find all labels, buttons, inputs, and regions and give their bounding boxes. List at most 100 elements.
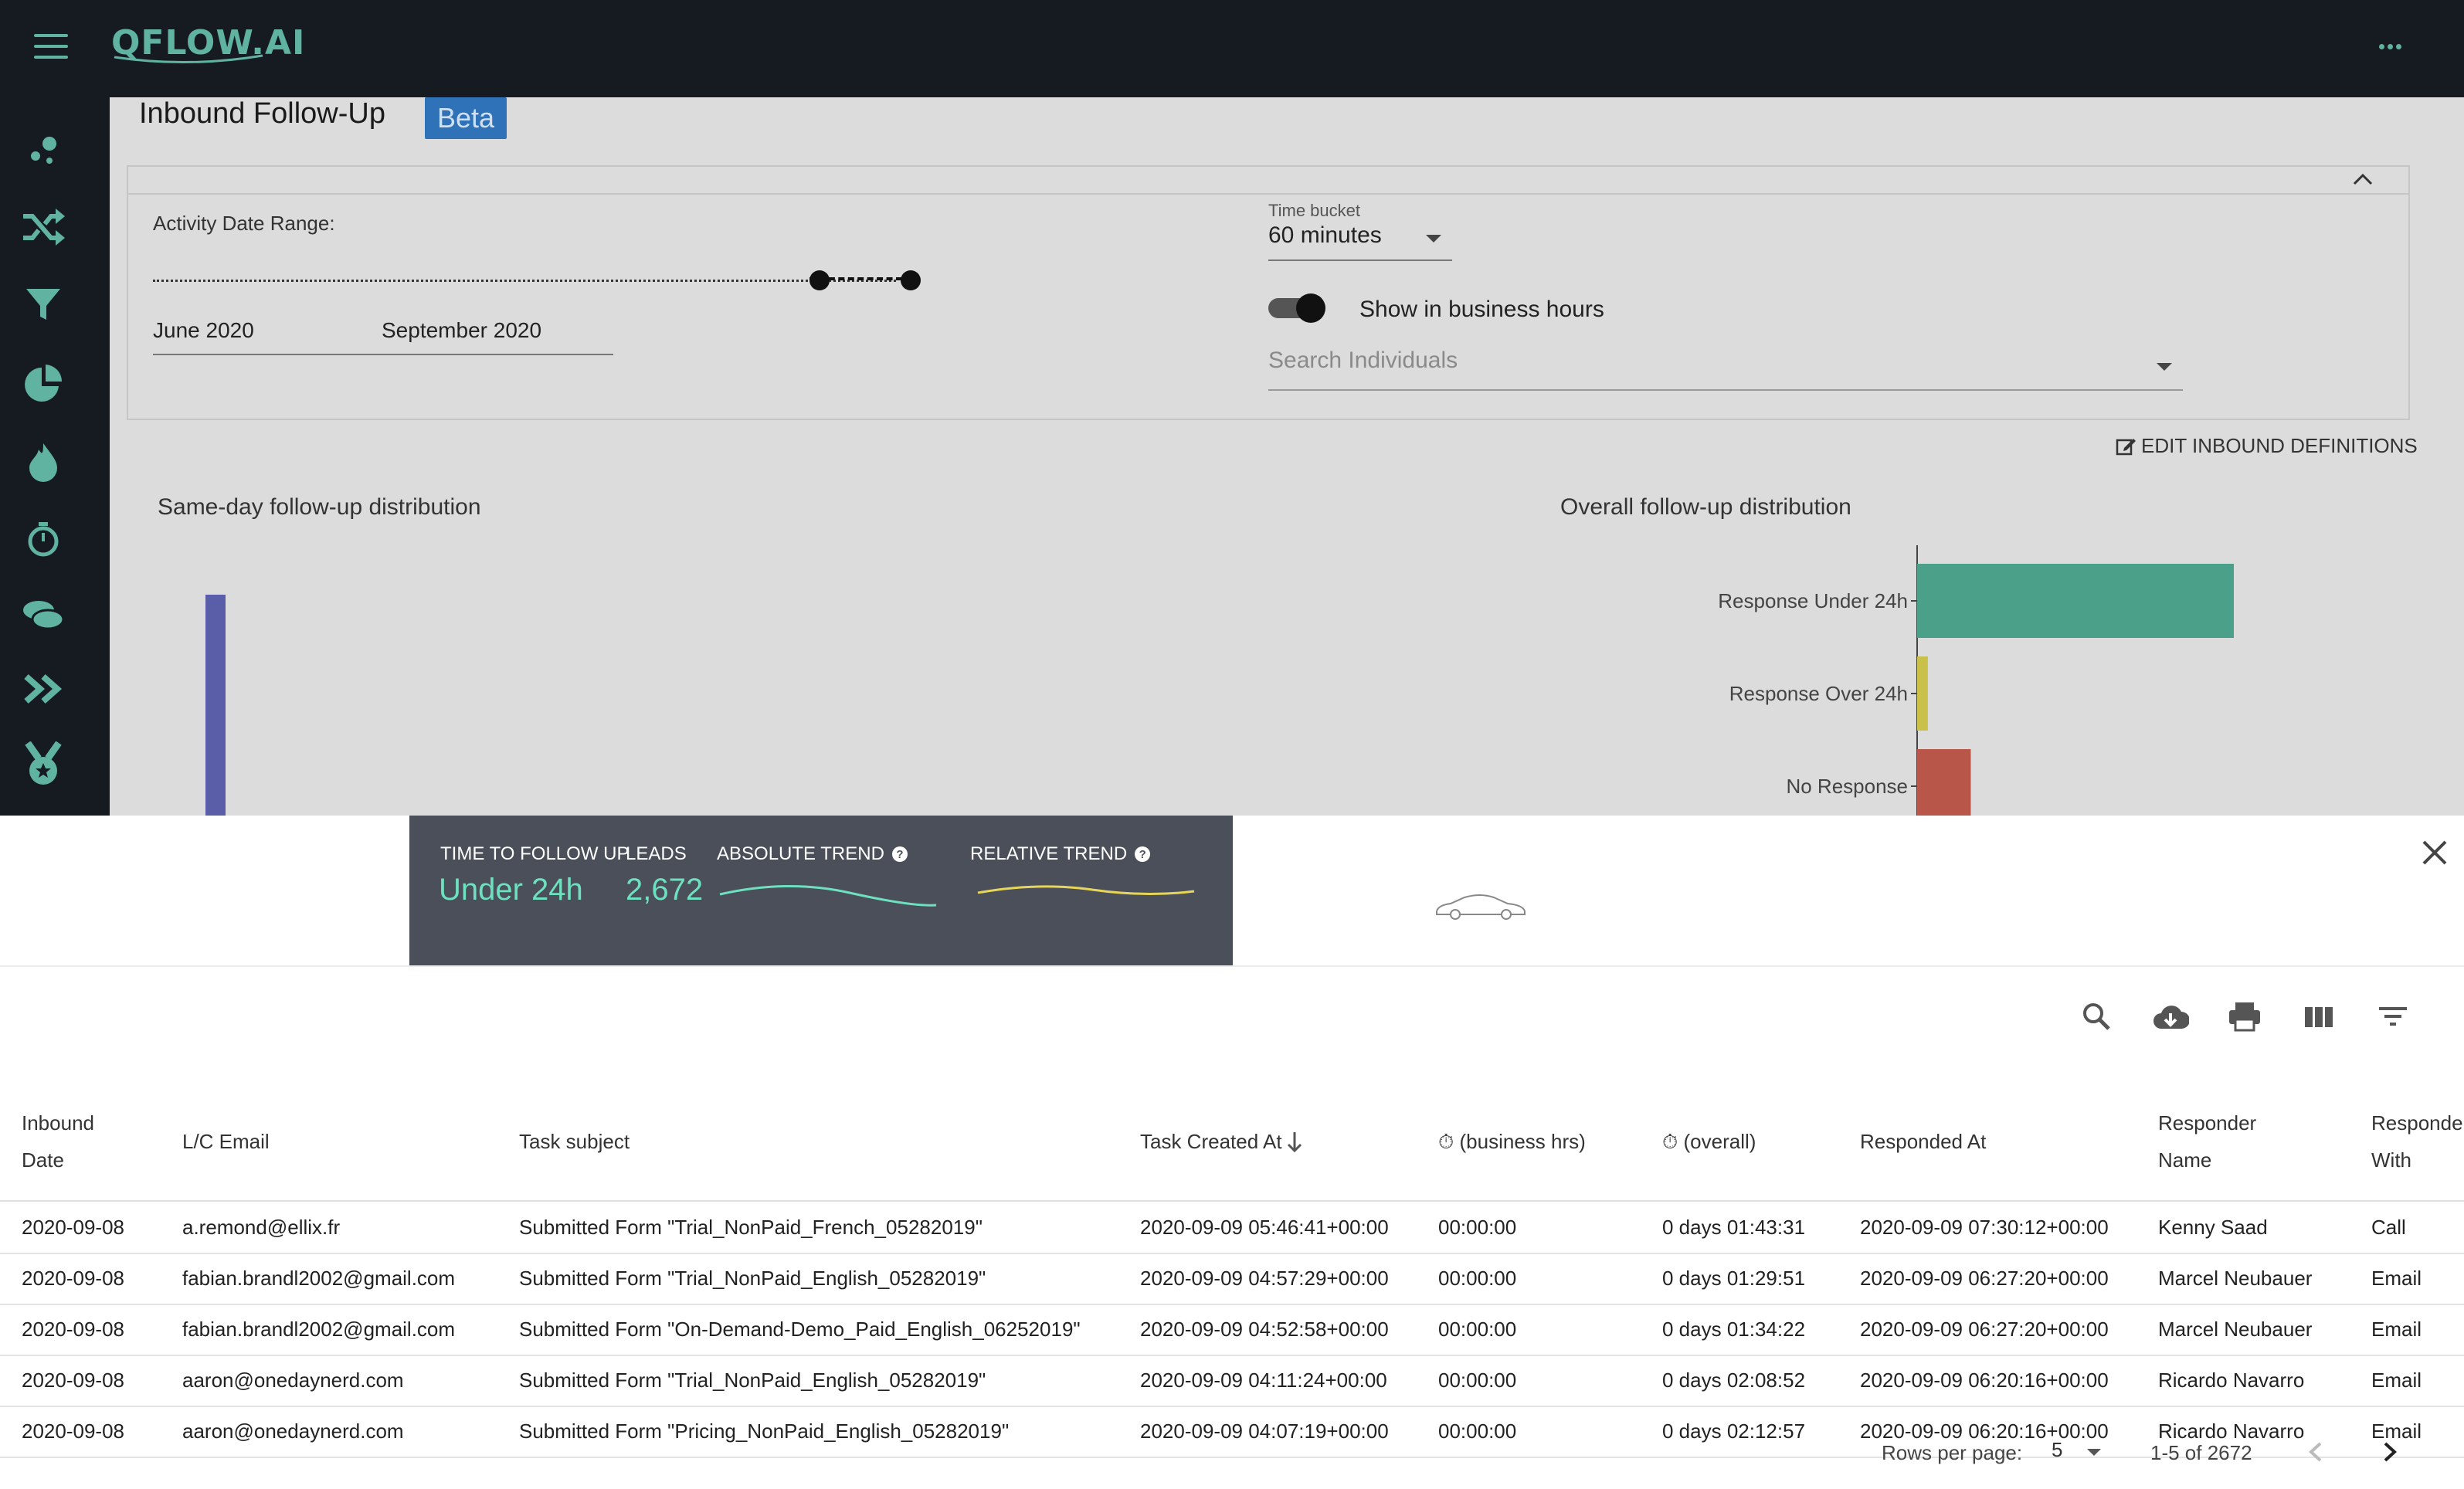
cell-responder-name: Kenny Saad xyxy=(2158,1216,2268,1239)
cell-overall: 0 days 02:12:57 xyxy=(1662,1419,1806,1443)
column-overall[interactable]: ⏱ (overall) xyxy=(1662,1123,1756,1160)
rows-per-page-label: Rows per page: xyxy=(1882,1441,2023,1464)
bar-response-over-24h[interactable] xyxy=(1917,656,1928,731)
rows-per-page-value: 5 xyxy=(2052,1438,2063,1461)
bar-response-under-24h[interactable] xyxy=(1917,564,2234,638)
help-icon[interactable]: ? xyxy=(1135,846,1151,862)
timer-icon: ⏱ xyxy=(1662,1130,1678,1153)
search-individuals-placeholder: Search Individuals xyxy=(1268,348,1458,373)
close-icon[interactable] xyxy=(2421,839,2449,867)
app-logo[interactable]: QFLOW.AI xyxy=(111,23,305,63)
relative-trend-label-text: RELATIVE TREND xyxy=(970,843,1128,864)
slider-start-handle[interactable] xyxy=(809,270,830,290)
cell-responder-name: Marcel Neubauer xyxy=(2158,1267,2313,1290)
cell-inbound-date: 2020-09-08 xyxy=(22,1216,124,1239)
column-task-created-at[interactable]: Task Created At xyxy=(1140,1123,1282,1160)
more-options-icon[interactable] xyxy=(2379,36,2413,59)
column-lc-email[interactable]: L/C Email xyxy=(182,1123,270,1160)
date-from[interactable]: June 2020 xyxy=(153,318,254,343)
panel-divider xyxy=(0,965,2464,967)
business-hours-toggle[interactable] xyxy=(1268,292,1327,323)
nodes-icon[interactable] xyxy=(19,125,68,175)
dropdown-arrow-icon xyxy=(1426,235,1441,243)
double-chevron-icon[interactable] xyxy=(19,664,68,714)
sidebar xyxy=(0,97,110,816)
cell-inbound-date: 2020-09-08 xyxy=(22,1318,124,1341)
cell-inbound-date: 2020-09-08 xyxy=(22,1267,124,1290)
cell-inbound-date: 2020-09-08 xyxy=(22,1419,124,1443)
timer-icon: ⏱ xyxy=(1438,1130,1454,1153)
kpi-summary: TIME TO FOLLOW UP Under 24h LEADS 2,672 … xyxy=(409,816,1233,965)
detail-panel: TIME TO FOLLOW UP Under 24h LEADS 2,672 … xyxy=(0,816,2464,1489)
leads-label-text: LEADS xyxy=(626,843,687,864)
edit-icon xyxy=(2116,438,2136,455)
time-to-follow-up-value: Under 24h xyxy=(439,873,583,907)
time-bucket-label: Time bucket xyxy=(1268,201,1361,220)
cell-lc-email: a.remond@ellix.fr xyxy=(182,1216,341,1239)
shuffle-icon[interactable] xyxy=(19,202,68,252)
main-content: Inbound Follow-Up Beta Activity Date Ran… xyxy=(110,97,2464,816)
filter-list-icon[interactable] xyxy=(2374,998,2411,1035)
bar-no-response[interactable] xyxy=(1917,749,1971,816)
overall-chart-title: Overall follow-up distribution xyxy=(1560,494,1851,520)
column-inbound-date[interactable]: Inbound Date xyxy=(22,1104,94,1179)
coins-icon[interactable] xyxy=(19,590,68,639)
print-icon[interactable] xyxy=(2226,998,2263,1035)
cell-overall: 0 days 01:43:31 xyxy=(1662,1216,1806,1239)
cell-business-hrs: 00:00:00 xyxy=(1438,1216,1517,1239)
cell-lc-email: fabian.brandl2002@gmail.com xyxy=(182,1318,456,1341)
cell-lc-email: aaron@onedaynerd.com xyxy=(182,1419,404,1443)
help-icon[interactable]: ? xyxy=(891,846,908,862)
search-icon[interactable] xyxy=(2078,998,2115,1035)
view-columns-icon[interactable] xyxy=(2300,998,2337,1035)
edit-inbound-definitions-button[interactable]: EDIT INBOUND DEFINITIONS xyxy=(2115,434,2418,458)
column-responded-with[interactable]: Responde With xyxy=(2371,1104,2463,1179)
time-bucket-select[interactable]: 60 minutes xyxy=(1268,222,1452,261)
date-to[interactable]: September 2020 xyxy=(382,318,541,343)
table-row[interactable]: 2020-09-08 fabian.brandl2002@gmail.com Sub… xyxy=(0,1254,2464,1305)
cell-task-subject: Submitted Form "On-Demand-Demo_Paid_Engl… xyxy=(519,1318,1081,1341)
cell-task-created-at: 2020-09-09 04:57:29+00:00 xyxy=(1140,1267,1389,1290)
overall-distribution-chart: Response Under 24h Response Over 24h No Re… xyxy=(1718,545,2234,816)
flame-icon[interactable] xyxy=(19,437,68,487)
stopwatch-icon[interactable] xyxy=(19,514,68,564)
relative-trend-sparkline xyxy=(977,885,1195,896)
next-page-icon[interactable] xyxy=(2373,1435,2407,1469)
cell-task-subject: Submitted Form "Trial_NonPaid_French_052… xyxy=(519,1216,983,1239)
table-header: Inbound Date L/C Email Task subject Task… xyxy=(0,1066,2464,1202)
previous-page-icon[interactable] xyxy=(2299,1435,2333,1469)
chevron-up-icon[interactable] xyxy=(2351,170,2374,190)
column-task-subject[interactable]: Task subject xyxy=(519,1123,630,1160)
table-row[interactable]: 2020-09-08 a.remond@ellix.fr Submitted For… xyxy=(0,1203,2464,1254)
cell-business-hrs: 00:00:00 xyxy=(1438,1419,1517,1443)
cell-responded-at: 2020-09-09 06:27:20+00:00 xyxy=(1860,1267,2109,1290)
top-app-bar: QFLOW.AI xyxy=(0,0,2464,97)
table-row[interactable]: 2020-09-08 aaron@onedaynerd.com Submitted … xyxy=(0,1356,2464,1407)
time-to-follow-up-label: TIME TO FOLLOW UP xyxy=(440,843,629,865)
medal-icon[interactable] xyxy=(19,740,68,789)
cell-task-created-at: 2020-09-09 04:52:58+00:00 xyxy=(1140,1318,1389,1341)
funnel-icon[interactable] xyxy=(19,280,68,329)
page-title: Inbound Follow-Up xyxy=(139,97,385,130)
cloud-download-icon[interactable] xyxy=(2152,998,2189,1035)
search-individuals-input[interactable]: Search Individuals xyxy=(1268,348,2183,391)
absolute-trend-label-text: ABSOLUTE TREND xyxy=(717,843,884,864)
pie-chart-icon[interactable] xyxy=(19,358,68,408)
cell-business-hrs: 00:00:00 xyxy=(1438,1318,1517,1341)
rows-per-page-select[interactable]: 5 xyxy=(2052,1438,2106,1469)
cell-responded-at: 2020-09-09 06:20:16+00:00 xyxy=(1860,1369,2109,1392)
column-responded-at[interactable]: Responded At xyxy=(1860,1123,1986,1160)
column-responder-name[interactable]: Responder Name xyxy=(2158,1104,2256,1179)
slider-end-handle[interactable] xyxy=(901,270,921,290)
toggle-knob xyxy=(1296,293,1325,323)
column-business-hrs-label: (business hrs) xyxy=(1459,1130,1586,1153)
filter-panel: Activity Date Range: June 2020 September… xyxy=(127,165,2410,420)
dropdown-arrow-icon[interactable] xyxy=(2157,363,2172,371)
table-row[interactable]: 2020-09-08 fabian.brandl2002@gmail.com Sub… xyxy=(0,1305,2464,1356)
sort-descending-icon[interactable] xyxy=(1285,1131,1304,1154)
date-range-slider-track[interactable] xyxy=(153,280,896,282)
cell-business-hrs: 00:00:00 xyxy=(1438,1369,1517,1392)
cell-task-subject: Submitted Form "Trial_NonPaid_English_05… xyxy=(519,1369,986,1392)
column-business-hrs[interactable]: ⏱ (business hrs) xyxy=(1438,1123,1586,1160)
hamburger-menu-icon[interactable] xyxy=(34,34,68,62)
